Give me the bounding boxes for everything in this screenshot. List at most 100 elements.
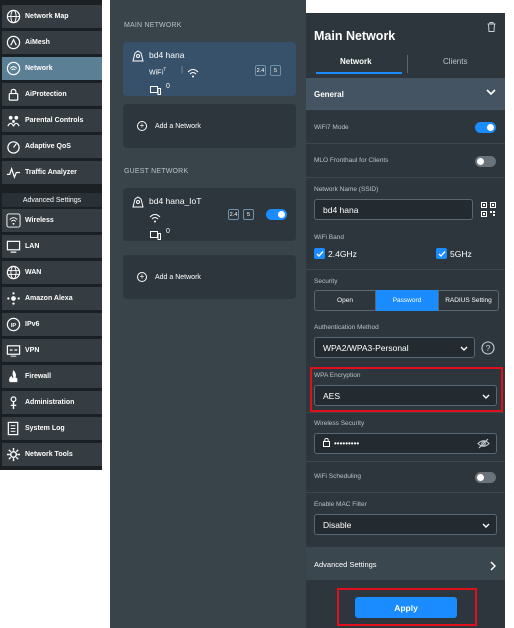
ipv6-icon: IP xyxy=(5,317,21,333)
wifi-label: WiFi xyxy=(149,69,163,77)
log-icon xyxy=(5,421,21,437)
sidebar-item-label: Network Tools xyxy=(25,451,73,458)
guest-network-card[interactable]: bd4 hana_IoT 2.4 5 0 xyxy=(123,188,296,241)
security-password-option[interactable]: Password xyxy=(376,290,438,311)
divider xyxy=(306,269,505,270)
sidebar-item-firewall[interactable]: Firewall xyxy=(2,365,102,389)
sidebar-item-wireless[interactable]: Wireless xyxy=(2,209,102,233)
sidebar-item-label: AiMesh xyxy=(25,39,50,46)
advanced-settings-row[interactable]: Advanced Settings xyxy=(306,547,505,580)
mlo-fronthaul-label: MLO Fronthaul for Clients xyxy=(314,157,389,164)
band-5-label: 5GHz xyxy=(450,248,472,259)
wifi7-mode-toggle[interactable] xyxy=(475,122,496,133)
svg-text:IP: IP xyxy=(10,323,16,329)
sidebar-item-wan[interactable]: WAN xyxy=(2,261,102,285)
sidebar-item-parental-controls[interactable]: Parental Controls xyxy=(2,109,102,133)
wifi-signal-icon xyxy=(149,210,161,228)
auth-method-select[interactable]: WPA2/WPA3-Personal xyxy=(314,337,475,358)
sidebar-item-amazon-alexa[interactable]: Amazon Alexa xyxy=(2,287,102,311)
tools-icon xyxy=(5,447,21,463)
main-network-section-label: MAIN NETWORK xyxy=(124,22,182,29)
mac-filter-label: Enable MAC Filter xyxy=(314,501,367,508)
sidebar-item-network[interactable]: Network xyxy=(2,57,102,81)
mac-filter-value: Disable xyxy=(323,519,352,530)
add-network-button[interactable]: + Add a Network xyxy=(123,104,296,148)
sidebar-item-network-tools[interactable]: Network Tools xyxy=(2,443,102,467)
security-open-option[interactable]: Open xyxy=(314,290,376,311)
trash-icon[interactable] xyxy=(487,19,496,37)
advanced-settings-header: Advanced Settings xyxy=(2,193,102,207)
security-radius-option[interactable]: RADIUS Setting xyxy=(438,290,499,311)
sidebar-item-system-log[interactable]: System Log xyxy=(2,417,102,441)
tab-clients[interactable]: Clients xyxy=(443,57,467,66)
analyzer-icon xyxy=(5,165,21,181)
admin-icon xyxy=(5,395,21,411)
ssid-value: bd4 hana xyxy=(323,204,359,215)
qr-code-icon[interactable] xyxy=(481,202,496,222)
divider xyxy=(306,412,505,413)
sidebar-item-aiprotection[interactable]: AiProtection xyxy=(2,83,102,107)
sidebar-item-label: Traffic Analyzer xyxy=(25,169,77,176)
sidebar-item-aimesh[interactable]: AiMesh xyxy=(2,31,102,55)
sidebar-item-lan[interactable]: LAN xyxy=(2,235,102,259)
divider xyxy=(306,143,505,144)
band-24-badge: 2.4 xyxy=(228,209,239,220)
wifi-icon xyxy=(5,213,21,229)
sidebar-item-label: Adaptive QoS xyxy=(25,143,71,150)
lan-icon xyxy=(5,239,21,255)
general-section-header[interactable]: General xyxy=(306,78,505,110)
auth-method-value: WPA2/WPA3-Personal xyxy=(323,342,409,353)
checkmark-icon xyxy=(436,248,447,259)
sidebar-item-adaptive-qos[interactable]: Adaptive QoS xyxy=(2,135,102,159)
password-field[interactable]: ••••••••• xyxy=(314,433,497,454)
wan-globe-icon xyxy=(5,265,21,281)
band-5-badge: 5 xyxy=(270,65,281,76)
sidebar-item-ipv6[interactable]: IP IPv6 xyxy=(2,313,102,337)
sidebar-item-label: Parental Controls xyxy=(25,117,84,124)
band-24-checkbox[interactable]: 2.4GHz xyxy=(314,248,357,259)
chevron-up-icon xyxy=(486,89,496,98)
sidebar-item-label: IPv6 xyxy=(25,321,40,328)
wifi-band-label: WiFi Band xyxy=(314,234,344,241)
plus-icon: + xyxy=(137,272,147,282)
sidebar-item-label: Administration xyxy=(25,399,75,406)
divider xyxy=(306,492,505,493)
sidebar-item-label: AiProtection xyxy=(25,91,67,98)
sidebar-item-traffic-analyzer[interactable]: Traffic Analyzer xyxy=(2,161,102,185)
eye-off-icon[interactable] xyxy=(477,438,490,451)
divider xyxy=(306,177,505,178)
mlo-fronthaul-toggle[interactable] xyxy=(475,156,496,167)
divider xyxy=(306,461,505,462)
tab-divider xyxy=(407,55,408,73)
wifi-generation: WiFi7 xyxy=(149,67,166,76)
vpn-icon xyxy=(5,343,21,359)
add-guest-network-button[interactable]: + Add a Network xyxy=(123,255,296,299)
apply-button-highlight xyxy=(337,588,477,626)
chevron-right-icon xyxy=(490,558,497,576)
wifi-scheduling-toggle[interactable] xyxy=(475,472,496,483)
checkmark-icon xyxy=(314,248,325,259)
client-device-icon xyxy=(150,82,161,100)
sidebar-item-label: LAN xyxy=(25,243,40,250)
guest-network-toggle[interactable] xyxy=(266,209,287,220)
guest-network-name: bd4 hana_IoT xyxy=(149,196,202,206)
sidebar-item-vpn[interactable]: VPN xyxy=(2,339,102,363)
ssid-input[interactable]: bd4 hana xyxy=(314,199,473,220)
sidebar-item-network-map[interactable]: Network Map xyxy=(2,5,102,29)
mac-filter-select[interactable]: Disable xyxy=(314,514,497,535)
wpa-encryption-highlight xyxy=(310,367,503,412)
aimesh-icon xyxy=(5,35,21,51)
sidebar-item-label: System Log xyxy=(25,425,65,432)
chevron-down-icon xyxy=(460,344,468,352)
ssid-label: Network Name (SSID) xyxy=(314,186,379,193)
password-value: ••••••••• xyxy=(334,439,360,448)
band-5-badge: 5 xyxy=(243,209,254,220)
tab-network[interactable]: Network xyxy=(340,57,372,66)
help-icon[interactable]: ? xyxy=(481,341,495,360)
main-network-card[interactable]: bd4 hana WiFi7 | 2.4 5 0 xyxy=(123,42,296,96)
sidebar-item-label: WAN xyxy=(25,269,42,276)
sidebar-item-label: VPN xyxy=(25,347,40,354)
sidebar-item-administration[interactable]: Administration xyxy=(2,391,102,415)
band-5-checkbox[interactable]: 5GHz xyxy=(436,248,472,259)
network-card-icon xyxy=(132,49,144,67)
